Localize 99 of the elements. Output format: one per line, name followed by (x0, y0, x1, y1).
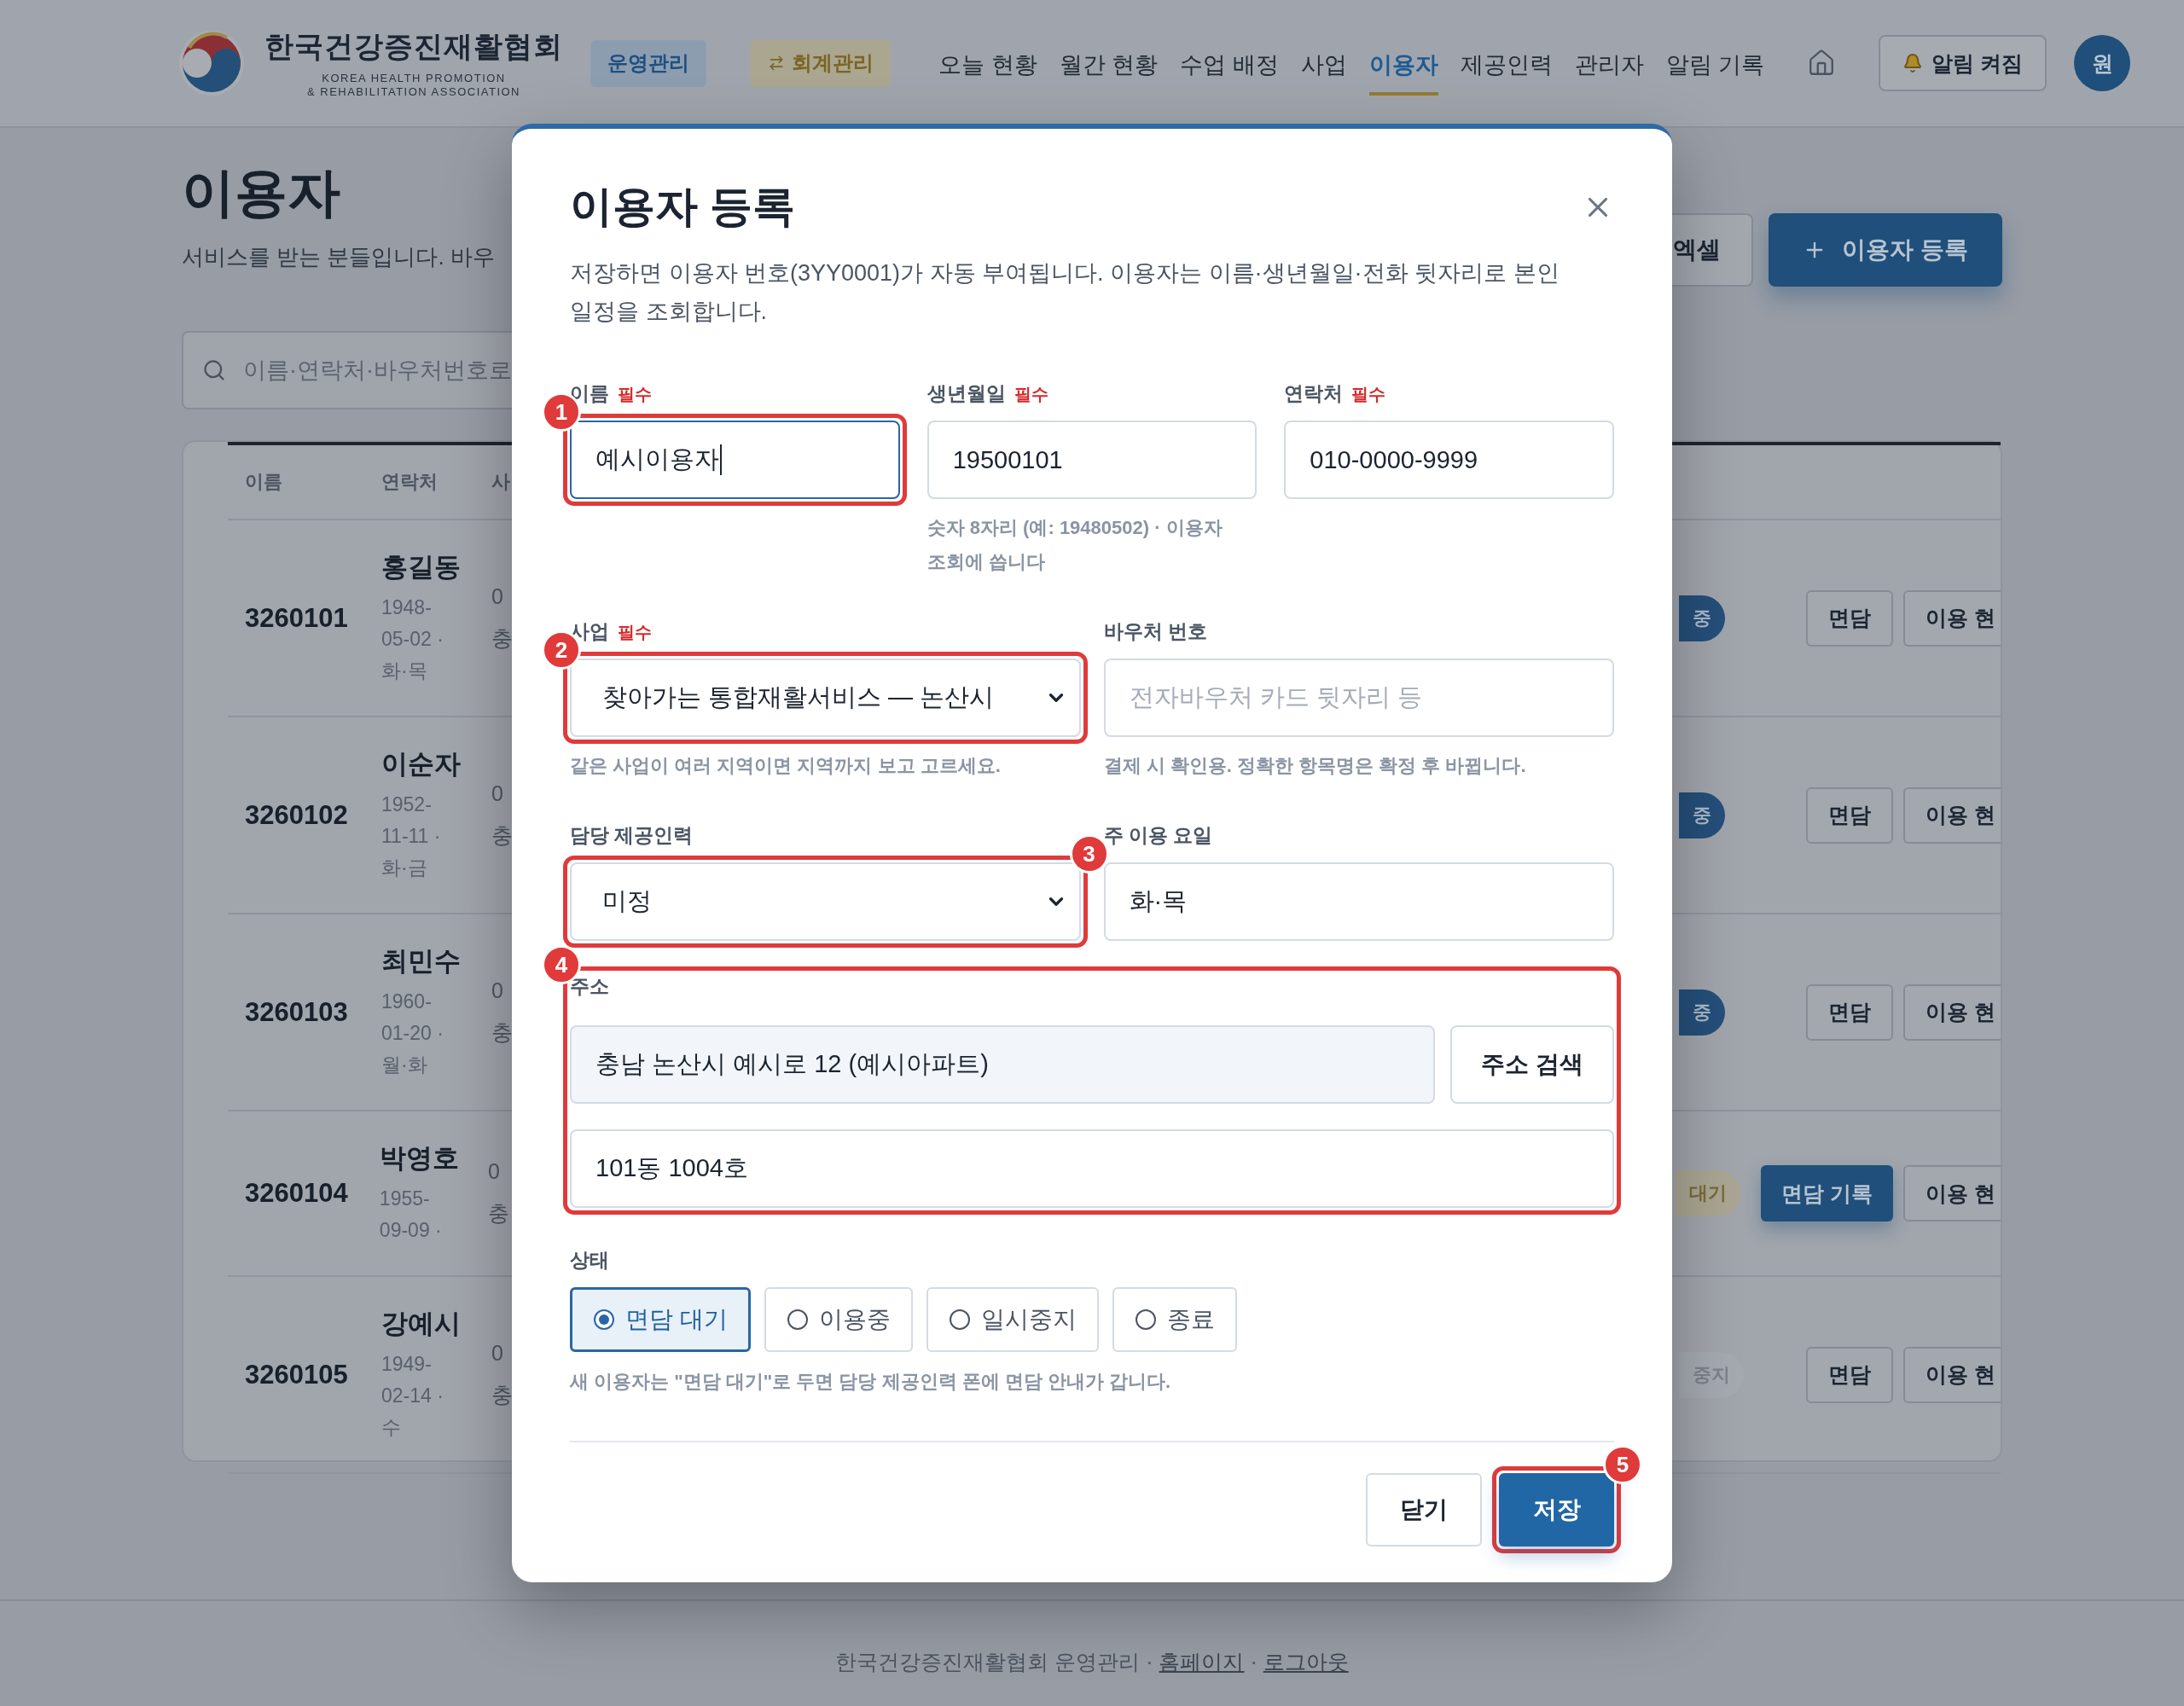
page-title: 이용자 (182, 162, 341, 223)
field-label: 담당 제공인력 (570, 823, 694, 848)
status-badge: 중 (1679, 595, 1725, 641)
user-name: 최민수 (381, 945, 462, 978)
user-details: 1955-09-09 · (379, 1187, 443, 1243)
table-cell-text: 0 (491, 978, 504, 1003)
table-cell-text: 충 (488, 1200, 511, 1227)
field-hint: 숫자 8자리 (예: 19480502) · 이용자 조회에 씁니다 (926, 516, 1223, 574)
input-field[interactable]: 충남 논산시 예시로 12 (예시아파트) (570, 1025, 1435, 1104)
bell-icon (1902, 53, 1924, 73)
user-details: 1948-05-02 · 화·목 (381, 595, 444, 683)
dialog-description: 저장하면 이용자 번호(3YY0001)가 자동 부여됩니다. 이용자는 이름·생년월일·전화 뒷자리로 본인 일정을 조회합니다. (570, 259, 1560, 326)
status-badge: 중 (1679, 989, 1725, 1036)
user-id: 3260101 (245, 602, 349, 634)
alert-button[interactable]: 알림 켜짐 (1879, 35, 2047, 91)
table-cell-text: 0 (491, 583, 504, 609)
required-tag: 필수 (1014, 383, 1048, 406)
user-details: 1949-02-14 · 수 (381, 1352, 444, 1440)
row-action-button[interactable]: 이용 현 (1903, 984, 2001, 1041)
nav-tab[interactable]: 관리자 (1574, 31, 1644, 96)
field-label: 상태 (570, 1248, 609, 1273)
required-tag: 필수 (618, 383, 652, 406)
footer-link[interactable]: 홈페이지 (1159, 1650, 1245, 1674)
callout-number: 5 (1603, 1445, 1642, 1484)
radio-option[interactable]: 종료 (1112, 1287, 1237, 1352)
radio-icon (948, 1309, 971, 1331)
radio-icon (593, 1309, 615, 1331)
table-cell-text: 0 (491, 1340, 504, 1366)
nav-tab[interactable]: 월간 현황 (1059, 31, 1159, 96)
column-header: 연락처 (381, 470, 439, 494)
status-badge: 대기 (1676, 1170, 1741, 1216)
row-action-button[interactable]: 이용 현 (1903, 1346, 2001, 1403)
column-header: 사 (491, 470, 511, 494)
dialog-title: 이용자 등록 (570, 182, 795, 232)
user-id: 3260103 (245, 996, 349, 1028)
search-icon (202, 358, 226, 382)
row-action-button[interactable]: 이용 현 (1903, 786, 2001, 844)
radio-option[interactable]: 이용중 (764, 1287, 913, 1352)
user-id: 3260105 (245, 1359, 349, 1390)
footer-text: 한국건강증진재활협회 운영관리 · 홈페이지 · 로그아웃 (835, 1649, 1349, 1675)
table-cell-text: 충 (491, 1381, 514, 1408)
organization-subtitle: KOREA HEALTH PROMOTION (322, 72, 506, 85)
table-cell-text: 0 (488, 1159, 501, 1184)
nav-tab[interactable]: 알림 기록 (1665, 31, 1765, 96)
status-note: 새 이용자는 "면담 대기"로 두면 담당 제공인력 폰에 면담 안내가 갑니다. (570, 1370, 1172, 1394)
row-action-button[interactable]: 면담 (1806, 589, 1894, 647)
field-label: 연락처 (1284, 381, 1344, 406)
input-field[interactable]: 101동 1004호 (570, 1129, 1614, 1208)
emblem-icon (177, 29, 246, 97)
save-button[interactable]: 저장 (1499, 1473, 1614, 1546)
row-action-button[interactable]: 면담 (1806, 786, 1894, 844)
input-field[interactable]: 19500101 (926, 421, 1258, 499)
column-header: 이름 (245, 470, 283, 494)
avatar[interactable]: 원 (2074, 35, 2130, 91)
user-id: 3260104 (245, 1178, 349, 1209)
select-field[interactable]: 미정 (570, 862, 1081, 941)
organization-subtitle: & REHABILITATION ASSOCIATION (306, 85, 520, 99)
row-action-button[interactable]: 이용 현 (1903, 589, 2001, 647)
field-hint: 결제 시 확인용. 정확한 항목명은 확정 후 바뀝니다. (1103, 754, 1527, 778)
user-details: 1952-11-11 · 화·금 (381, 792, 442, 880)
radio-option[interactable]: 일시중지 (926, 1287, 1099, 1352)
radio-icon (1134, 1309, 1157, 1331)
required-tag: 필수 (1351, 383, 1386, 406)
field-label: 생년월일 (926, 381, 1006, 406)
table-cell-text: 충 (491, 624, 514, 652)
table-cell-text: 충 (491, 821, 514, 849)
user-details: 1960-01-20 · 월·화 (381, 989, 444, 1077)
user-name: 홍길동 (381, 551, 462, 583)
row-action-button[interactable]: 이용 현 (1903, 1165, 2001, 1221)
page-subtitle: 서비스를 받는 분들입니다. 바우 (182, 243, 495, 271)
radio-icon (786, 1309, 809, 1331)
nav-tab[interactable]: 수업 배정 (1180, 31, 1279, 96)
user-name: 박영호 (379, 1142, 460, 1175)
table-cell-text: 0 (491, 780, 504, 806)
input-field[interactable]: 010-0000-9999 (1284, 421, 1614, 499)
select-field[interactable]: 찾아가는 통합재활서비스 — 논산시 (570, 659, 1081, 737)
row-action-button[interactable]: 면담 기록 (1761, 1165, 1894, 1221)
field-hint: 같은 사업이 여러 지역이면 지역까지 보고 고르세요. (570, 754, 1002, 778)
nav-tab[interactable]: 사업 (1300, 31, 1347, 96)
user-id: 3260102 (245, 799, 349, 831)
table-cell-text: 충 (491, 1018, 514, 1046)
nav-tab[interactable]: 제공인력 (1460, 31, 1553, 96)
radio-option[interactable]: 면담 대기 (570, 1287, 751, 1352)
close-button[interactable]: 닫기 (1366, 1473, 1482, 1546)
field-label: 바우처 번호 (1103, 619, 1207, 644)
input-field[interactable]: 화·목 (1103, 862, 1614, 941)
user-name: 이순자 (381, 748, 462, 780)
add-user-button[interactable]: 이용자 등록 (1769, 213, 2002, 287)
organization-name: 한국건강증진재활협회 (264, 28, 563, 65)
swap-icon (768, 55, 785, 72)
nav-tab[interactable]: 오늘 현황 (938, 31, 1037, 96)
required-tag: 필수 (618, 621, 652, 644)
status-badge: 중 (1679, 792, 1725, 838)
row-action-button[interactable]: 면담 (1806, 984, 1894, 1041)
row-action-button[interactable]: 면담 (1806, 1346, 1894, 1403)
address-search-button[interactable]: 주소 검색 (1450, 1025, 1614, 1104)
input-field[interactable]: 예시이용자 (570, 421, 900, 499)
footer-link[interactable]: 로그아웃 (1263, 1650, 1349, 1674)
user-name: 강예시 (381, 1308, 462, 1340)
